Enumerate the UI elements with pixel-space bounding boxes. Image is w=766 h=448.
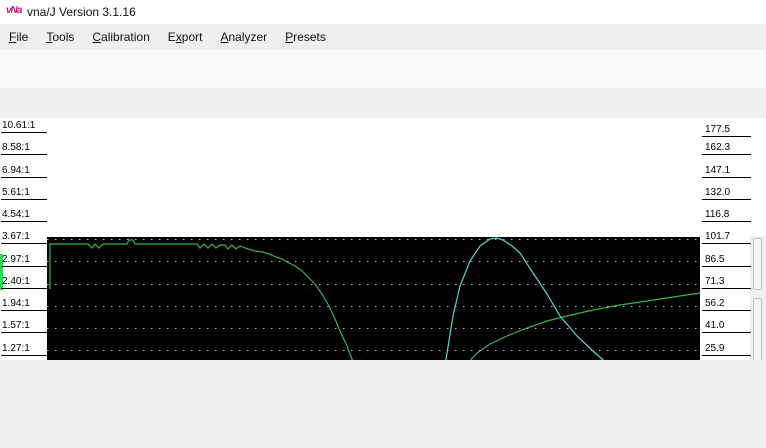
right-scrollbar-upper[interactable]	[753, 238, 762, 290]
menu-label-post: nalyzer	[228, 30, 267, 44]
gridline	[47, 239, 700, 240]
toolbar: 2 MT CAL csv JPG A X	[0, 50, 766, 89]
swr-axis-tick-label: 10.61:1	[1, 120, 47, 133]
gridline	[47, 350, 700, 351]
window-title: vna/J Version 3.1.16	[27, 5, 136, 19]
impedance-axis-tick-label: 116.8	[702, 209, 751, 222]
swr-axis-tick-label: 4.54:1	[1, 209, 47, 222]
menu-item-export[interactable]: Export	[159, 24, 212, 49]
menu-item-calibration[interactable]: Calibration	[83, 24, 158, 49]
menu-bar: FileToolsCalibrationExportAnalyzerPreset…	[0, 24, 766, 50]
swr-axis-tick-label: 2.40:1	[1, 276, 47, 289]
menu-item-presets[interactable]: Presets	[276, 24, 335, 49]
impedance-axis-tick-label: 41.0	[702, 320, 751, 333]
controls-bar: SWR ▼ ✓ Autoscale RF PortExt. Mem: 22 / …	[0, 88, 766, 118]
menu-item-analyzer[interactable]: Analyzer	[211, 24, 276, 49]
impedance-axis-tick-label: 86.5	[702, 254, 751, 267]
gridline	[47, 328, 700, 329]
menu-label-key: P	[285, 30, 293, 44]
impedance-axis-tick-label: 56.2	[702, 298, 751, 311]
gridline	[47, 306, 700, 307]
impedance-axis-tick-label: 25.9	[702, 343, 751, 356]
gridline	[47, 284, 700, 285]
menu-label-pre: E	[168, 30, 176, 44]
menu-item-file[interactable]: File	[0, 24, 37, 49]
swr-axis-tick-label: 5.61:1	[1, 187, 47, 200]
gridline	[47, 261, 700, 262]
app-window: vNa vna/J Version 3.1.16 FileToolsCalibr…	[0, 0, 766, 448]
swr-axis-tick-label: 3.67:1	[1, 231, 47, 244]
swr-axis-tick-label: 1.94:1	[1, 298, 47, 311]
menu-item-tools[interactable]: Tools	[37, 24, 83, 49]
menu-label-key: C	[92, 30, 101, 44]
menu-label-post: alibration	[101, 30, 150, 44]
swr-axis-tick-label: 2.97:1	[1, 254, 47, 267]
impedance-axis-tick-label: 101.7	[702, 231, 751, 244]
marker-table: Freq. (Hz)RL (dB)RP (°)|Z| (Ω)Rs (Ω)Xs (…	[0, 360, 766, 448]
chart-area: 11 27.50027.60027.70027.80027.90028.0002…	[0, 118, 766, 360]
impedance-axis-tick-label: 162.3	[702, 142, 751, 155]
impedance-axis-tick-label: 71.3	[702, 276, 751, 289]
swr-axis-tick-label: 1.27:1	[1, 343, 47, 356]
swr-axis-tick-label: 6.94:1	[1, 165, 47, 178]
menu-label-post: port	[182, 30, 203, 44]
title-bar: vNa vna/J Version 3.1.16	[0, 0, 766, 24]
swr-axis-tick-label: 1.57:1	[1, 320, 47, 333]
app-logo-icon: vNa	[6, 5, 21, 16]
impedance-axis-tick-label: 147.1	[702, 165, 751, 178]
menu-label-post: ile	[16, 30, 28, 44]
impedance-axis-tick-label: 132.0	[702, 187, 751, 200]
menu-label-post: ools	[52, 30, 74, 44]
swr-axis-tick-label: 8.58:1	[1, 142, 47, 155]
menu-label-post: resets	[293, 30, 326, 44]
impedance-axis-tick-label: 177.5	[702, 124, 751, 137]
